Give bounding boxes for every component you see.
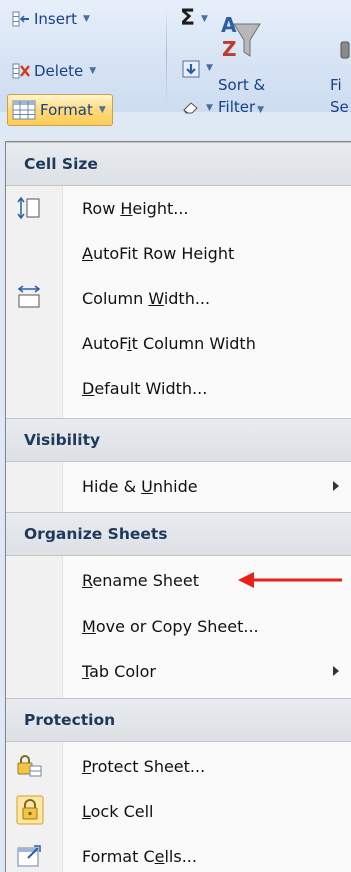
submenu-arrow-icon <box>333 481 339 491</box>
menu-item-protect-sheet[interactable]: Protect Sheet... <box>6 744 351 788</box>
section-header-visibility: Visibility <box>6 418 351 462</box>
svg-text:Z: Z <box>222 37 237 61</box>
menu-item-column-width[interactable]: Column Width... <box>6 276 351 320</box>
sort-filter-label-line1: Sort & <box>218 76 266 94</box>
menu-item-autofit-row-height[interactable]: AutoFit Row Height <box>6 231 351 275</box>
autosum-button[interactable]: Σ ▼ <box>180 6 208 31</box>
menu-item-tab-color[interactable]: Tab Color <box>6 649 351 693</box>
delete-button[interactable]: Delete ▼ <box>12 62 96 80</box>
default-width-label: Default Width... <box>82 378 208 398</box>
menu-item-autofit-column-width[interactable]: AutoFit Column Width <box>6 321 351 365</box>
find-select-label-line1: Fi <box>330 76 342 94</box>
ribbon-cells-editing-group: Insert ▼ Delete ▼ Format ▼ Σ ▼ ▼ ▼ A Z S… <box>0 0 351 126</box>
submenu-arrow-icon <box>333 666 339 676</box>
delete-dropdown-icon: ▼ <box>89 66 97 76</box>
fill-dropdown-icon: ▼ <box>206 63 213 73</box>
row-height-label: Row Height... <box>82 198 189 218</box>
section-header-cell-size: Cell Size <box>6 142 351 186</box>
clear-dropdown-icon: ▼ <box>206 103 213 113</box>
find-select-icon <box>338 36 351 64</box>
row-height-icon <box>16 196 40 220</box>
autosum-dropdown-icon: ▼ <box>201 13 208 24</box>
insert-button[interactable]: Insert ▼ <box>12 10 90 28</box>
sort-filter-icon: A Z <box>218 10 261 66</box>
protect-sheet-icon <box>16 754 42 778</box>
tab-color-label: Tab Color <box>82 661 156 681</box>
insert-dropdown-icon: ▼ <box>83 14 90 24</box>
format-button[interactable]: Format ▼ <box>7 94 113 126</box>
find-select-label-line2: Se <box>330 98 349 116</box>
menu-item-default-width[interactable]: Default Width... <box>6 366 351 410</box>
section-header-protection: Protection <box>6 698 351 742</box>
sort-filter-dropdown-icon: ▼ <box>257 105 265 115</box>
insert-label: Insert <box>34 10 78 28</box>
rename-sheet-label: Rename Sheet <box>82 570 199 590</box>
delete-cells-icon <box>12 63 30 79</box>
menu-item-hide-unhide[interactable]: Hide & Unhide <box>6 464 351 508</box>
format-dropdown-menu: Cell Size Row Height... AutoFit Row Heig… <box>5 141 351 872</box>
autofit-column-width-label: AutoFit Column Width <box>82 333 256 353</box>
protect-sheet-label: Protect Sheet... <box>82 756 206 776</box>
menu-item-lock-cell[interactable]: Lock Cell <box>6 789 351 833</box>
format-label: Format <box>40 101 93 119</box>
menu-item-format-cells[interactable]: Format Cells... <box>6 834 351 872</box>
format-cells-label: Format Cells... <box>82 846 197 866</box>
format-dropdown-icon: ▼ <box>98 105 106 115</box>
menu-item-row-height[interactable]: Row Height... <box>6 186 351 230</box>
clear-button[interactable]: ▼ <box>182 100 213 116</box>
sort-filter-label-line2: Filter ▼ <box>218 98 265 116</box>
fill-button[interactable]: ▼ <box>182 60 213 78</box>
autosum-icon: Σ <box>180 6 196 31</box>
group-separator <box>166 6 167 106</box>
section-header-organize-sheets: Organize Sheets <box>6 512 351 556</box>
column-width-icon <box>16 284 41 308</box>
format-cells-dialog-icon <box>16 844 41 868</box>
hide-unhide-label: Hide & Unhide <box>82 476 198 496</box>
column-width-label: Column Width... <box>82 288 211 308</box>
format-cells-icon <box>12 100 36 120</box>
insert-cells-icon <box>12 11 30 27</box>
autofit-row-height-label: AutoFit Row Height <box>82 243 235 263</box>
lock-cell-icon <box>16 795 44 825</box>
annotation-arrow-icon <box>238 572 342 588</box>
move-copy-sheet-label: Move or Copy Sheet... <box>82 616 259 636</box>
menu-item-move-copy-sheet[interactable]: Move or Copy Sheet... <box>6 604 351 648</box>
clear-eraser-icon <box>182 100 200 116</box>
fill-icon <box>182 60 200 78</box>
lock-cell-label: Lock Cell <box>82 801 154 821</box>
delete-label: Delete <box>34 62 84 80</box>
